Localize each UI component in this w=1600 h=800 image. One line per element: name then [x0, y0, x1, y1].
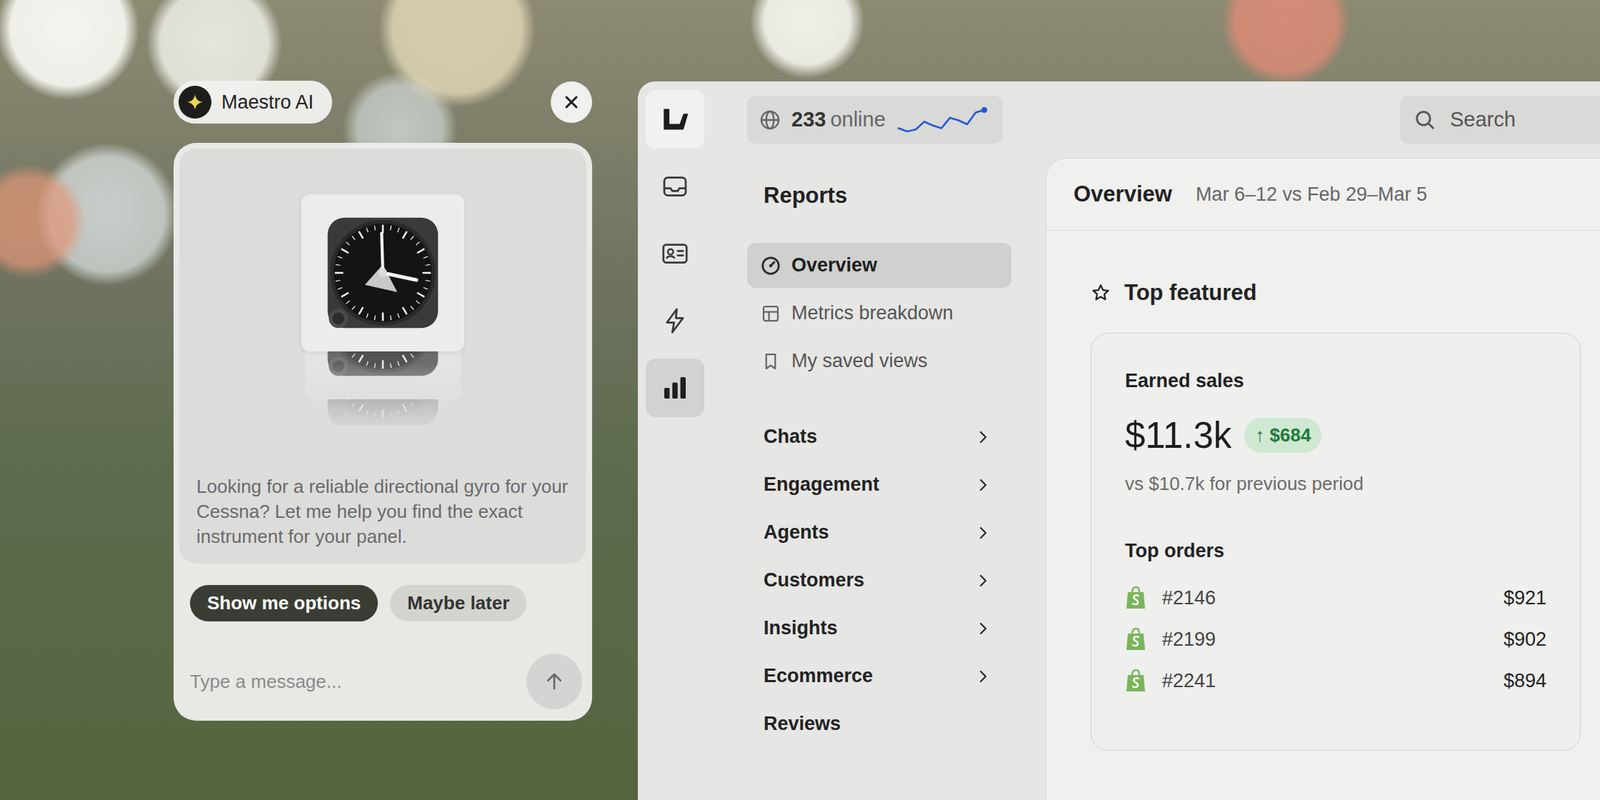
assistant-badge[interactable]: Maestro AI [173, 80, 333, 124]
search-field[interactable]: Search [1400, 95, 1600, 144]
reports-nav: Reports OverviewMetrics breakdownMy saved… [747, 157, 1046, 800]
send-button[interactable] [526, 653, 583, 710]
chevron-right-icon [974, 572, 992, 590]
section-item[interactable]: Reviews [747, 701, 1012, 747]
bookmark-icon [760, 350, 782, 373]
chevron-right-icon [974, 428, 992, 446]
stack-fade [196, 362, 570, 466]
desktop: Maestro AI Looking for a reliable directi… [0, 0, 1600, 800]
search-placeholder: Search [1450, 107, 1516, 132]
shopify-bag-icon [1125, 668, 1147, 693]
app-window: 233onlineSearchReportsOverviewMetrics br… [637, 81, 1600, 800]
order-row[interactable]: #2146$921 [1125, 577, 1547, 619]
chat-card: Looking for a reliable directional gyro … [173, 142, 593, 721]
orders-title: Top orders [1125, 539, 1547, 563]
online-indicator[interactable]: 233online [747, 95, 1003, 144]
search-icon [1412, 107, 1438, 133]
close-icon [562, 93, 580, 111]
icon-rail [637, 81, 748, 800]
chevron-right-icon [974, 524, 992, 542]
card-title: Earned sales [1125, 369, 1547, 393]
view-item[interactable]: Metrics breakdown [747, 290, 1012, 336]
chevron-right-icon [974, 620, 992, 638]
quick-replies: Show me options Maybe later [179, 563, 587, 622]
section-item[interactable]: Chats [747, 414, 1012, 460]
quick-reply-button[interactable]: Show me options [190, 585, 378, 622]
arrow-up-icon [543, 670, 565, 693]
overview-title: Overview [1073, 181, 1173, 208]
globe-icon [758, 108, 782, 132]
chevron-right-icon [974, 667, 992, 685]
change-badge: ↑ $684 [1244, 417, 1322, 453]
gauge-icon [760, 255, 782, 277]
table-icon [760, 302, 782, 325]
views-list: OverviewMetrics breakdownMy saved views [747, 242, 1012, 384]
view-item[interactable]: My saved views [747, 338, 1012, 384]
product-stack [196, 148, 570, 466]
order-row[interactable]: #2199$902 [1125, 618, 1547, 660]
message-composer [179, 653, 587, 715]
quick-reply-button[interactable]: Maybe later [390, 585, 527, 622]
product-card[interactable] [301, 194, 465, 352]
section-item[interactable]: Engagement [747, 462, 1012, 508]
value-row: $11.3k ↑ $684 [1125, 413, 1547, 457]
sparkle-icon [185, 92, 205, 112]
overview-panel: Overview Mar 6–12 vs Feb 29–Mar 5 Top feat… [1045, 157, 1600, 800]
sections-list: ChatsEngagementAgentsCustomersInsightsEc… [747, 414, 1012, 747]
logo-icon [660, 104, 690, 135]
online-count: 233online [791, 107, 886, 132]
reports-title: Reports [763, 182, 1012, 209]
inbox-rail-item[interactable] [645, 157, 705, 216]
star-icon [1090, 282, 1111, 303]
overview-body: Top featured Earned sales $11.3k ↑ $684 vs $… [1046, 230, 1600, 751]
assistant-message: Looking for a reliable directional gyro … [196, 474, 570, 550]
assistant-name: Maestro AI [221, 91, 314, 114]
logo-rail-item[interactable] [645, 90, 705, 149]
earned-sales-card: Earned sales $11.3k ↑ $684 vs $10.7k for pr… [1090, 332, 1581, 751]
featured-title: Top featured [1090, 279, 1600, 307]
order-row[interactable]: #2241$894 [1125, 660, 1547, 702]
workspace: ReportsOverviewMetrics breakdownMy saved… [747, 157, 1600, 800]
online-sparkline [895, 105, 988, 135]
view-item[interactable]: Overview [747, 242, 1012, 288]
section-item[interactable]: Ecommerce [747, 653, 1012, 699]
assistant-header: Maestro AI [173, 80, 593, 124]
product-preview: Looking for a reliable directional gyro … [179, 148, 587, 564]
bar-chart-icon [660, 373, 690, 403]
sales-value: $11.3k [1125, 414, 1232, 457]
close-button[interactable] [550, 81, 593, 123]
section-item[interactable]: Customers [747, 557, 1012, 603]
section-item[interactable]: Agents [747, 510, 1012, 555]
assistant-widget: Maestro AI Looking for a reliable directi… [173, 80, 593, 721]
top-bar: 233online Search [747, 81, 1600, 158]
automations-rail-item[interactable] [645, 291, 705, 350]
main-area: 233onlineSearchReportsOverviewMetrics br… [747, 81, 1600, 800]
message-input[interactable] [190, 665, 518, 699]
contact-card-icon [660, 239, 690, 268]
comparison-text: vs $10.7k for previous period [1125, 472, 1547, 495]
period-range[interactable]: Mar 6–12 vs Feb 29–Mar 5 [1195, 183, 1428, 206]
orders-list: #2146$921#2199$902#2241$894 [1125, 577, 1547, 702]
contacts-rail-item[interactable] [645, 224, 705, 283]
gyro-instrument-icon [322, 212, 443, 333]
reports-rail-item[interactable] [645, 358, 705, 418]
sparkle-icon [178, 85, 212, 119]
overview-header: Overview Mar 6–12 vs Feb 29–Mar 5 [1046, 158, 1600, 231]
inbox-icon [660, 172, 690, 201]
shopify-bag-icon [1125, 585, 1147, 610]
lightning-icon [660, 306, 690, 335]
chevron-right-icon [974, 476, 992, 494]
section-item[interactable]: Insights [747, 605, 1012, 651]
shopify-bag-icon [1125, 627, 1147, 652]
